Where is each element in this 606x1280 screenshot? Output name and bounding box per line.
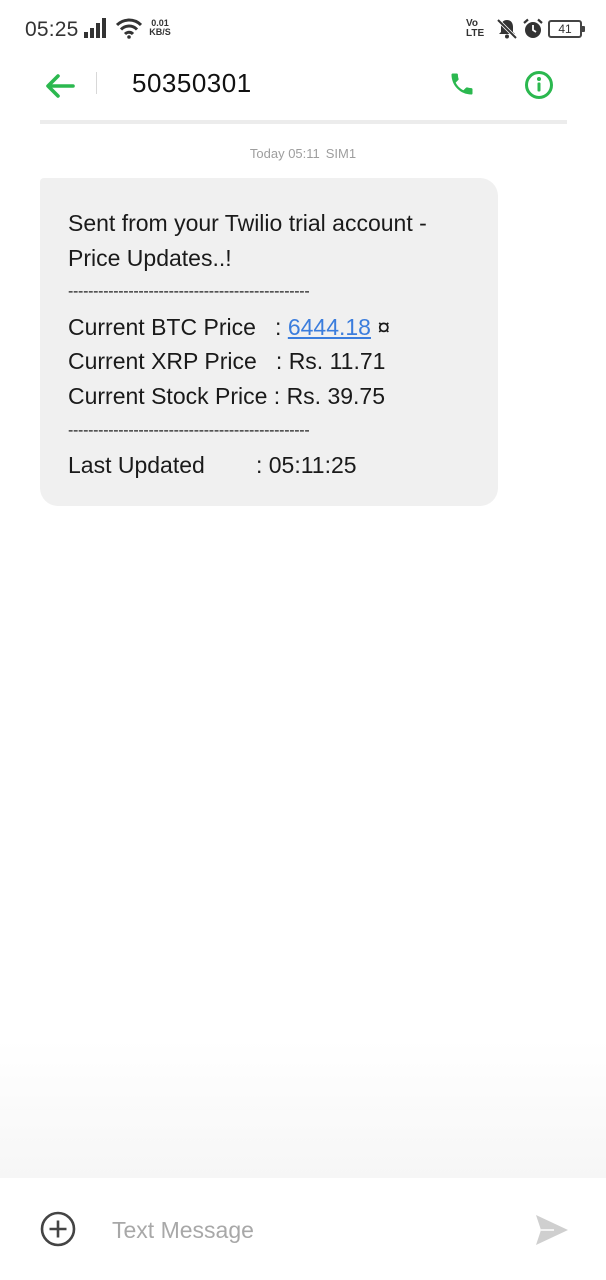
message-input[interactable]	[112, 1212, 492, 1248]
last-updated-line: Last Updated : 05:11:25	[68, 448, 478, 483]
battery-indicator: 41	[548, 20, 585, 38]
info-button[interactable]	[518, 64, 560, 106]
timestamp-time: Today 05:11	[249, 146, 320, 161]
message-composer	[0, 1178, 606, 1280]
arrow-left-icon	[46, 74, 75, 98]
send-button[interactable]	[532, 1210, 572, 1250]
btc-price-line: Current BTC Price : 6444.18 ¤	[68, 310, 478, 345]
back-button[interactable]	[40, 66, 80, 106]
last-updated-label: Last Updated	[68, 452, 256, 479]
wifi-icon	[116, 18, 142, 39]
last-updated-value: : 05:11:25	[255, 452, 357, 479]
network-speed: 0.01 KB/S	[146, 19, 174, 37]
conversation-header: 50350301	[0, 58, 606, 120]
btc-price-link[interactable]: 6444.18	[288, 314, 371, 340]
timestamp-sim: SIM1	[325, 146, 357, 161]
message-line: Price Updates..!	[68, 244, 232, 271]
message-separator: ----------------------------------------…	[68, 283, 310, 301]
message-bubble[interactable]: Sent from your Twilio trial account - Pr…	[40, 178, 498, 506]
alarm-icon	[523, 18, 543, 38]
add-attachment-button[interactable]	[38, 1209, 78, 1249]
btc-price-label: Current BTC Price :	[68, 313, 288, 340]
info-icon	[525, 71, 553, 99]
plus-circle-icon	[40, 1211, 76, 1247]
network-speed-unit: KB/S	[149, 27, 171, 37]
xrp-price-line: Current XRP Price : Rs. 11.71	[68, 348, 386, 375]
message-separator: ----------------------------------------…	[68, 421, 310, 439]
message-line: Sent from your Twilio trial account -	[68, 210, 427, 236]
notifications-muted-icon	[496, 18, 518, 40]
contact-title: 50350301	[132, 68, 252, 98]
call-button[interactable]	[442, 64, 482, 104]
status-time: 05:25	[25, 18, 79, 41]
volte-bottom: LTE	[466, 28, 485, 39]
signal-icon	[84, 18, 106, 38]
stock-price-line: Current Stock Price : Rs. 39.75	[68, 382, 386, 409]
send-icon	[536, 1215, 568, 1245]
phone-icon	[451, 73, 473, 95]
header-rule	[40, 120, 567, 124]
header-divider	[96, 72, 97, 94]
message-timestamp: Today 05:11 SIM1	[0, 146, 606, 161]
volte-indicator: Vo LTE	[466, 19, 484, 39]
status-bar: 05:25 0.01 KB/S Vo LTE 41	[0, 0, 606, 58]
btc-price-suffix: ¤	[370, 313, 391, 340]
composer-fade	[0, 1040, 606, 1180]
